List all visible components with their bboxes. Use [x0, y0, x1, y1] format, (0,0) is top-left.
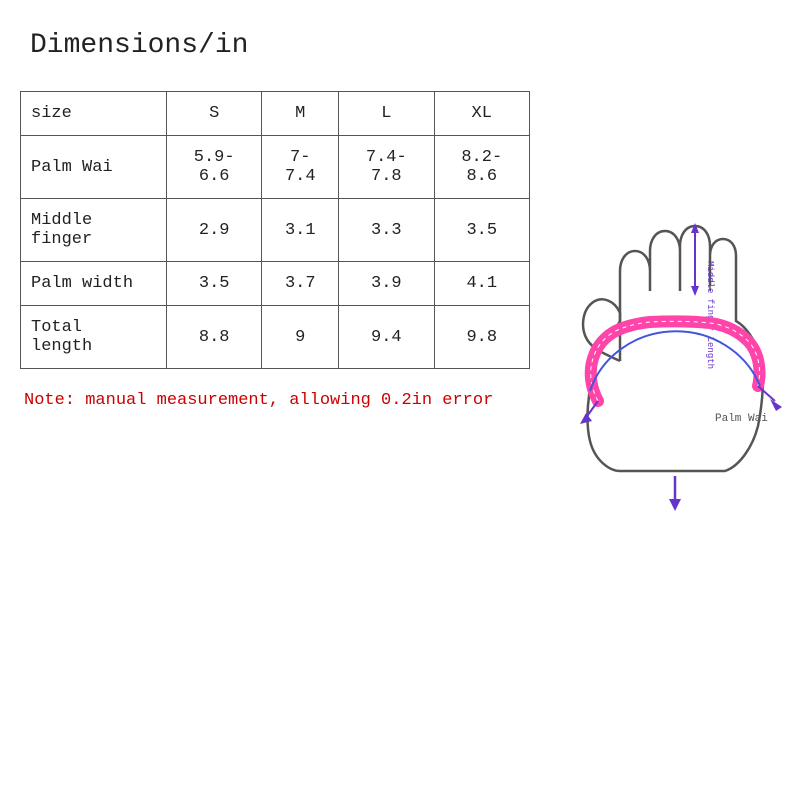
- table-cell: 9.8: [434, 306, 529, 369]
- table-row: Middle finger2.93.13.33.5: [21, 199, 530, 262]
- dimensions-table: sizeSMLXL Palm Wai5.9-6.67-7.47.4-7.88.2…: [20, 91, 530, 369]
- table-row-label: Total length: [21, 306, 167, 369]
- table-cell: 7-7.4: [262, 136, 339, 199]
- table-row-label: Palm width: [21, 262, 167, 306]
- table-cell: 8.2-8.6: [434, 136, 529, 199]
- table-header: L: [339, 92, 434, 136]
- svg-text:Palm Wai: Palm Wai: [715, 413, 768, 425]
- table-cell: 5.9-6.6: [166, 136, 261, 199]
- table-section: sizeSMLXL Palm Wai5.9-6.67-7.47.4-7.88.2…: [20, 91, 540, 410]
- table-header: XL: [434, 92, 529, 136]
- table-cell: 8.8: [166, 306, 261, 369]
- table-row-label: Middle finger: [21, 199, 167, 262]
- table-cell: 7.4-7.8: [339, 136, 434, 199]
- table-header: S: [166, 92, 261, 136]
- note-text: Note: manual measurement, allowing 0.2in…: [24, 391, 540, 410]
- table-row: Palm Wai5.9-6.67-7.47.4-7.88.2-8.6: [21, 136, 530, 199]
- table-cell: 9.4: [339, 306, 434, 369]
- glove-svg: Middle finger Length Palm Wai: [560, 91, 800, 511]
- table-cell: 3.9: [339, 262, 434, 306]
- table-header: M: [262, 92, 339, 136]
- table-row: Total length8.899.49.8: [21, 306, 530, 369]
- table-cell: 3.5: [166, 262, 261, 306]
- table-row-label: Palm Wai: [21, 136, 167, 199]
- table-row: Palm width3.53.73.94.1: [21, 262, 530, 306]
- table-cell: 4.1: [434, 262, 529, 306]
- table-cell: 9: [262, 306, 339, 369]
- table-cell: 3.1: [262, 199, 339, 262]
- page: Dimensions/in sizeSMLXL Palm Wai5.9-6.67…: [0, 0, 800, 800]
- table-cell: 3.3: [339, 199, 434, 262]
- table-cell: 3.7: [262, 262, 339, 306]
- page-title: Dimensions/in: [30, 30, 780, 61]
- glove-diagram: Middle finger Length Palm Wai: [560, 91, 800, 511]
- table-cell: 3.5: [434, 199, 529, 262]
- content-area: sizeSMLXL Palm Wai5.9-6.67-7.47.4-7.88.2…: [20, 91, 780, 511]
- svg-text:Middle finger Length: Middle finger Length: [705, 261, 715, 369]
- table-header: size: [21, 92, 167, 136]
- table-cell: 2.9: [166, 199, 261, 262]
